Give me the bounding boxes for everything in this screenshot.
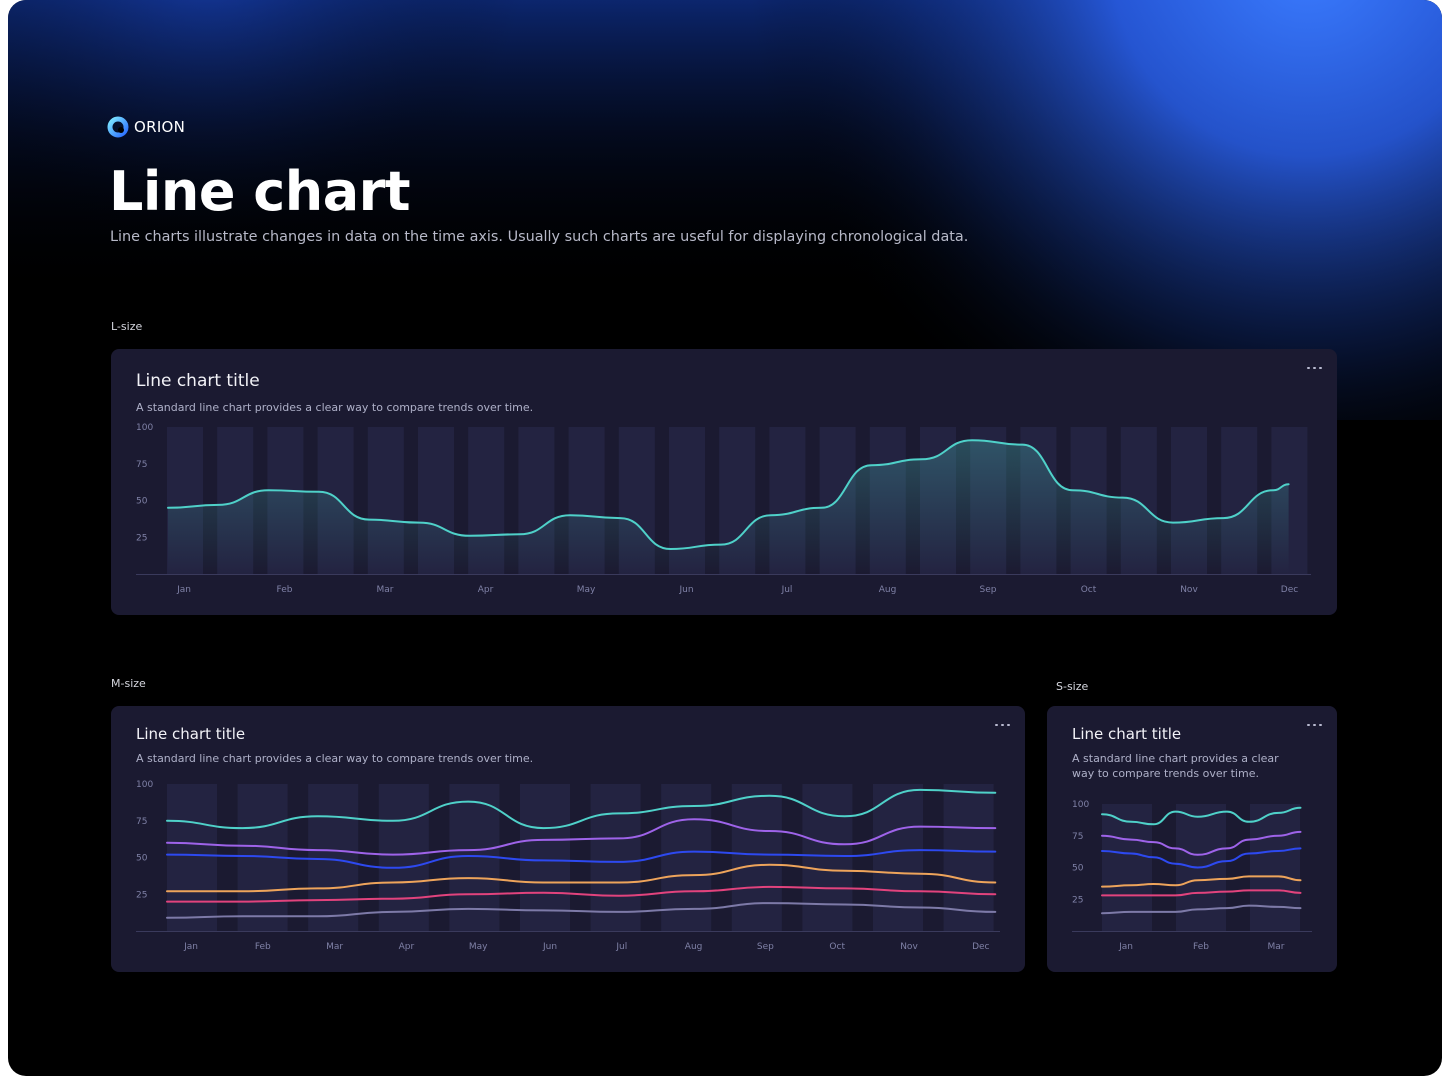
x-tick-label: Oct [829, 942, 845, 952]
x-tick-label: Aug [685, 942, 703, 952]
x-tick-label: Apr [399, 942, 415, 952]
x-tick-label: Feb [255, 942, 271, 952]
x-tick-label: Jan [176, 585, 191, 595]
brand-logo[interactable]: ORION [107, 115, 185, 139]
x-tick-label: Oct [1081, 585, 1097, 595]
x-tick-label: Dec [1281, 585, 1298, 595]
x-tick-label: Mar [1268, 942, 1285, 952]
x-tick-label: Jun [542, 942, 557, 952]
x-tick-label: Apr [478, 585, 494, 595]
x-tick-label: Mar [377, 585, 394, 595]
line-chart-medium: 25 50 75 100 Jan Feb Mar Apr May Jun Jul Aug Sep Oct N… [136, 780, 1000, 952]
column-band [520, 784, 570, 931]
y-tick-label: 75 [136, 817, 147, 827]
column-band [308, 784, 359, 931]
x-tick-label: Jun [678, 585, 693, 595]
brand-name: ORION [134, 118, 186, 136]
series-line [166, 788, 997, 830]
x-tick-label: Nov [1180, 585, 1198, 595]
column-band [167, 784, 217, 931]
x-tick-label: Feb [1193, 942, 1209, 952]
series-line [166, 863, 997, 893]
x-tick-label: May [577, 585, 596, 595]
y-tick-label: 100 [1072, 800, 1089, 810]
y-tick-label: 50 [1072, 864, 1084, 874]
section-label-m: M-size [111, 677, 146, 690]
x-tick-label: Jan [1118, 942, 1133, 952]
series-line [166, 902, 997, 919]
y-tick-label: 50 [136, 854, 148, 864]
column-band [731, 784, 782, 931]
line-chart-large: 25 50 75 100 Jan Feb Mar Apr May Jun Jul Aug Sep Oct N… [136, 423, 1311, 595]
y-tick-label: 25 [136, 533, 147, 543]
y-tick-label: 100 [136, 423, 153, 433]
column-band [873, 784, 923, 931]
column-band [1250, 804, 1300, 931]
chart-card-small: Line chart title A standard line chart p… [1047, 706, 1337, 972]
chart-card-medium: Line chart title A standard line chart p… [111, 706, 1025, 972]
x-tick-label: Jan [183, 942, 198, 952]
series-line [166, 818, 997, 856]
x-tick-label: Nov [900, 942, 918, 952]
y-tick-label: 25 [136, 890, 147, 900]
x-tick-label: Sep [757, 942, 774, 952]
column-band [378, 784, 429, 931]
orion-logo-icon [107, 116, 129, 138]
x-tick-label: May [469, 942, 488, 952]
y-tick-label: 25 [1072, 895, 1083, 905]
x-tick-label: Dec [972, 942, 989, 952]
column-band [802, 784, 853, 931]
series-line [166, 849, 997, 869]
y-tick-label: 75 [1072, 832, 1083, 842]
chart-card-large: Line chart title A standard line chart p… [111, 349, 1337, 615]
column-band [590, 784, 641, 931]
x-tick-label: Jul [781, 585, 793, 595]
x-tick-label: Mar [326, 942, 343, 952]
line-chart-small: 25 50 75 100 Jan Feb Mar [1072, 800, 1312, 952]
x-tick-label: Aug [879, 585, 897, 595]
section-label-l: L-size [111, 320, 143, 333]
section-label-s: S-size [1056, 680, 1089, 693]
page-description: Line charts illustrate changes in data o… [110, 229, 969, 245]
x-tick-label: Sep [980, 585, 997, 595]
page-frame: ORION Line chart Line charts illustrate … [8, 0, 1442, 1076]
page-title: Line chart [109, 160, 411, 223]
y-tick-label: 50 [136, 497, 148, 507]
y-tick-label: 75 [136, 460, 147, 470]
y-tick-label: 100 [136, 780, 153, 790]
x-tick-label: Jul [615, 942, 627, 952]
x-tick-label: Feb [277, 585, 293, 595]
